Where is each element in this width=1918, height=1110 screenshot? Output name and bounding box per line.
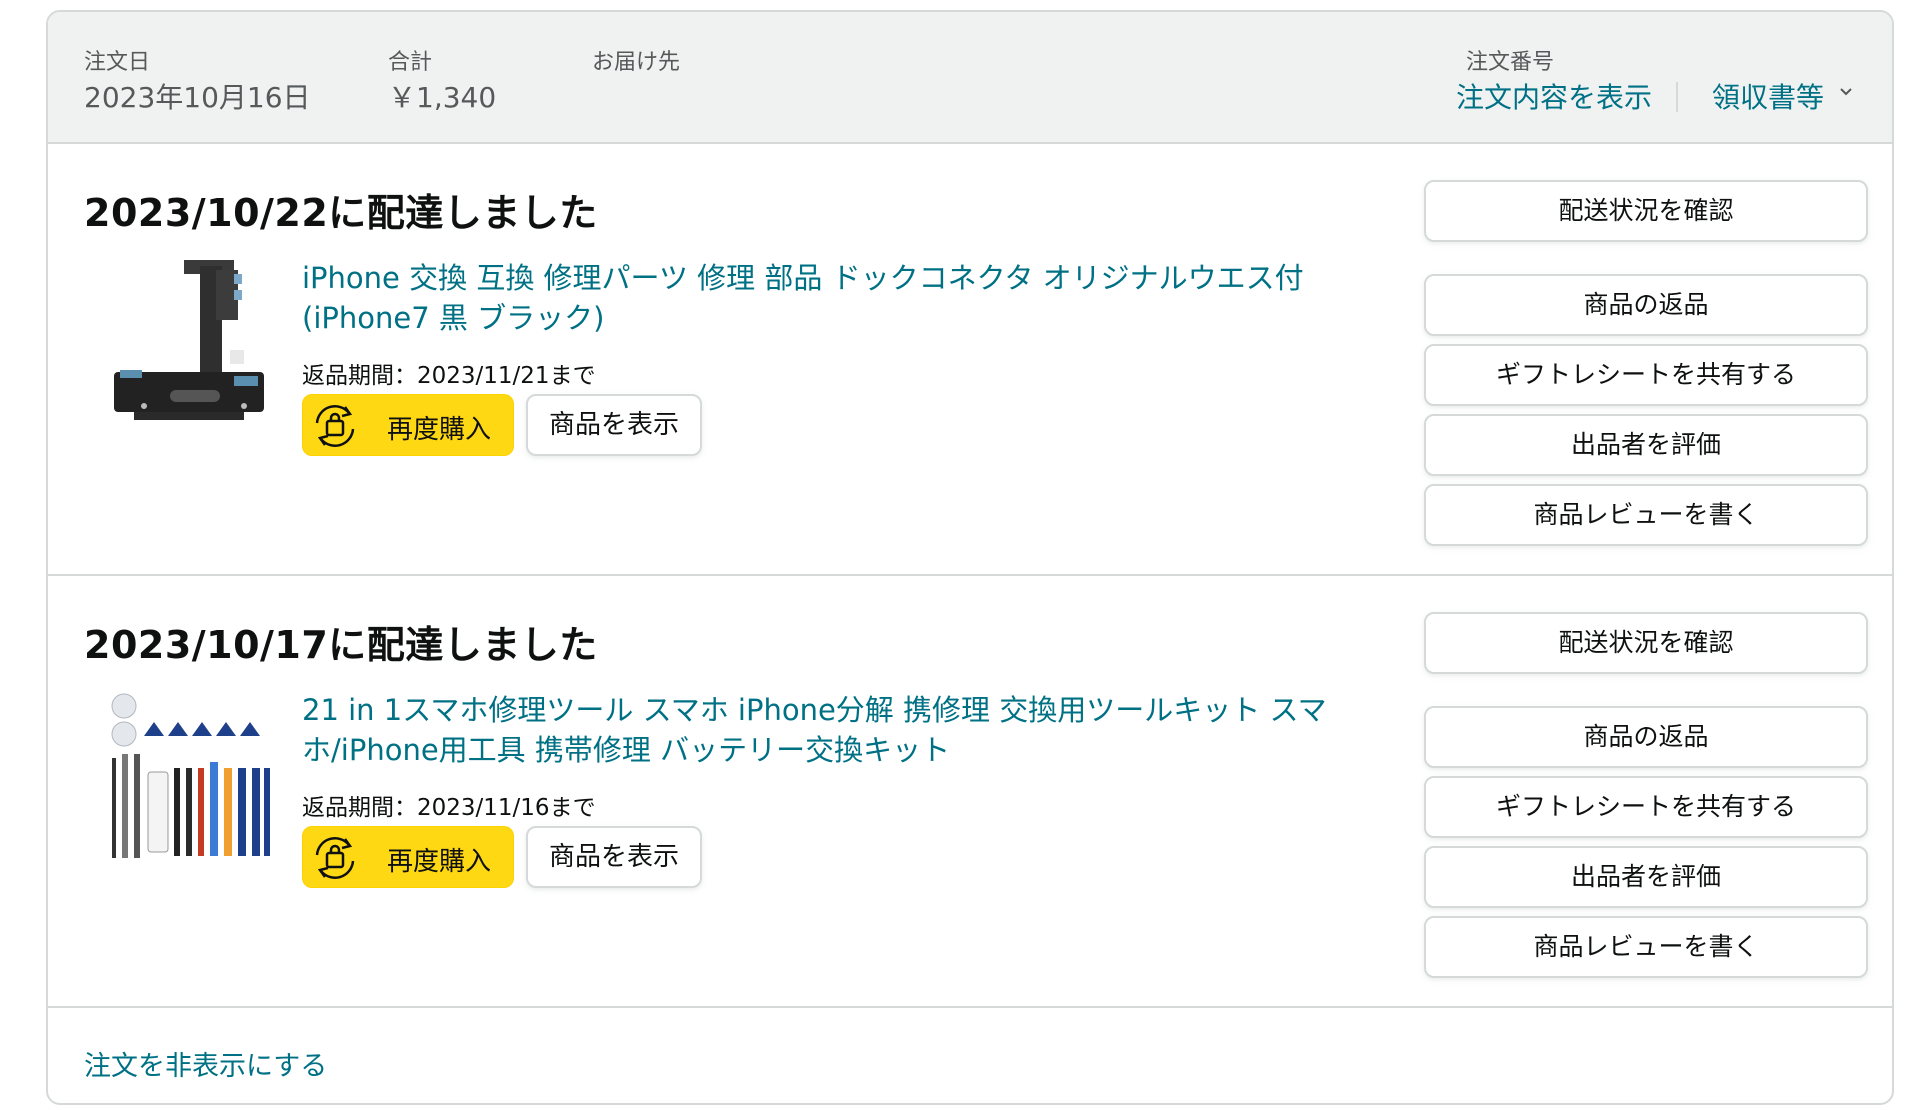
reorder-bag-icon (315, 405, 355, 447)
product-title-link[interactable]: 21 in 1スマホ修理ツール スマホ iPhone分解 携修理 交換用ツールキ… (302, 690, 1352, 770)
delivery-status: 2023/10/17に配達しました (84, 623, 598, 667)
return-item-button[interactable]: 商品の返品 (1424, 274, 1868, 336)
repair-toolkit-image[interactable] (104, 692, 274, 862)
buy-again-label: 再度購入 (387, 415, 492, 445)
buy-again-button[interactable]: 再度購入 (302, 826, 514, 888)
product-title-link[interactable]: iPhone 交換 互換 修理パーツ 修理 部品 ドックコネクタ オリジナルウエ… (302, 258, 1352, 338)
buy-again-label: 再度購入 (387, 847, 492, 877)
order-total-label: 合計 (388, 50, 433, 75)
seller-feedback-button[interactable]: 出品者を評価 (1424, 414, 1868, 476)
ship-to-label: お届け先 (592, 50, 681, 75)
return-window: 返品期間：2023/11/16まで (302, 795, 596, 821)
shipment-1: 2023/10/22に配達しました iPhone 交換 互換 修理パーツ 修理 … (48, 144, 1892, 576)
seller-feedback-button[interactable]: 出品者を評価 (1424, 846, 1868, 908)
receipt-link[interactable]: 領収書等 (1712, 76, 1824, 116)
view-order-details-link[interactable]: 注文内容を表示 (1456, 76, 1652, 116)
view-product-button[interactable]: 商品を表示 (526, 394, 702, 456)
buy-again-button[interactable]: 再度購入 (302, 394, 514, 456)
share-gift-receipt-button[interactable]: ギフトレシートを共有する (1424, 344, 1868, 406)
order-number-label: 注文番号 (1466, 50, 1555, 75)
delivery-status: 2023/10/22に配達しました (84, 191, 598, 235)
header-divider (1676, 82, 1678, 112)
order-date-value: 2023年10月16日 (84, 81, 311, 114)
shipment-2: 2023/10/17に配達しました 21 in 1スマホ修理ツール スマホ iP… (48, 576, 1892, 1008)
hide-order-link[interactable]: 注文を非表示にする (84, 1044, 327, 1083)
order-total-value: ￥1,340 (388, 81, 497, 114)
order-card: 注文日 2023年10月16日 合計 ￥1,340 お届け先 注文番号 注文内容… (46, 10, 1894, 1105)
order-date-label: 注文日 (84, 50, 151, 75)
write-review-button[interactable]: 商品レビューを書く (1424, 916, 1868, 978)
share-gift-receipt-button[interactable]: ギフトレシートを共有する (1424, 776, 1868, 838)
chevron-down-icon[interactable] (1838, 84, 1854, 100)
track-package-button[interactable]: 配送状況を確認 (1424, 180, 1868, 242)
return-item-button[interactable]: 商品の返品 (1424, 706, 1868, 768)
dock-connector-image[interactable] (104, 260, 274, 430)
view-product-button[interactable]: 商品を表示 (526, 826, 702, 888)
write-review-button[interactable]: 商品レビューを書く (1424, 484, 1868, 546)
return-window: 返品期間：2023/11/21まで (302, 363, 596, 389)
track-package-button[interactable]: 配送状況を確認 (1424, 612, 1868, 674)
reorder-bag-icon (315, 837, 355, 879)
order-header: 注文日 2023年10月16日 合計 ￥1,340 お届け先 注文番号 注文内容… (48, 12, 1892, 144)
